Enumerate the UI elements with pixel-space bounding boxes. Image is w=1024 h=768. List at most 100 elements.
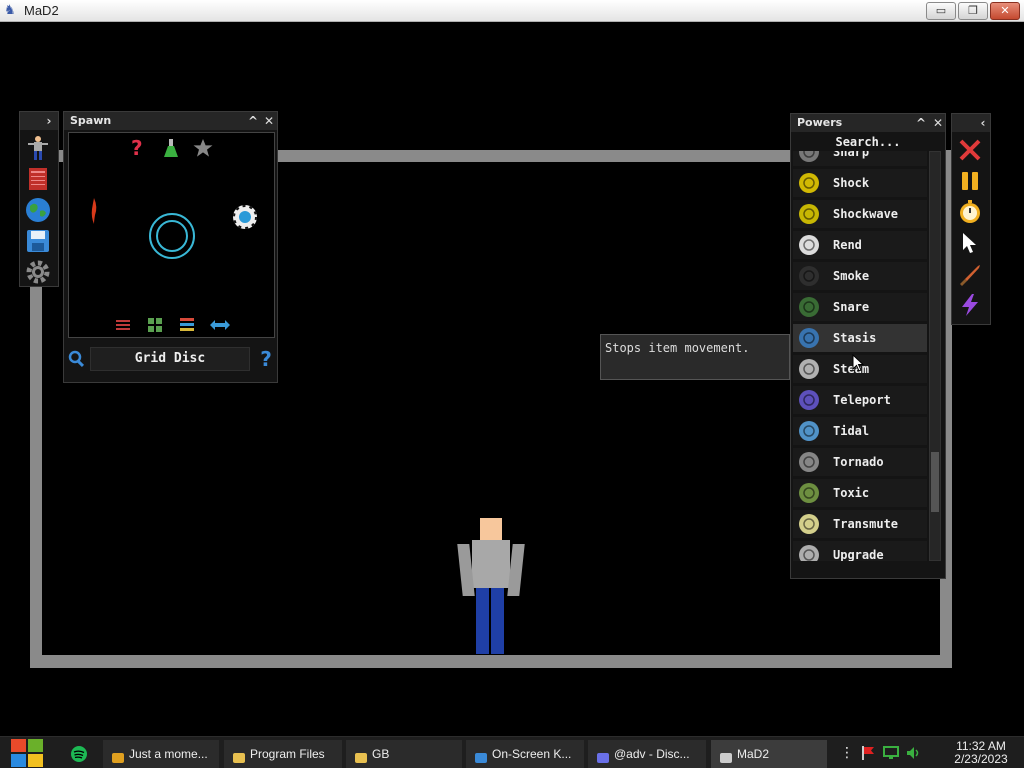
power-item-transmute[interactable]: Transmute — [793, 510, 927, 538]
taskbar-item-label: GB — [372, 747, 390, 761]
character-torso — [472, 540, 510, 588]
list-view-icon[interactable] — [179, 317, 195, 333]
taskbar-item-label: MaD2 — [737, 747, 770, 761]
book-icon[interactable] — [24, 165, 52, 193]
powers-scroll-thumb[interactable] — [931, 452, 939, 512]
powers-search-input[interactable]: Search... — [793, 133, 943, 151]
power-item-tidal[interactable]: Tidal — [793, 417, 927, 445]
screen: ♞ MaD2 ▭ ❐ ✕ › Spawn ^ ✕ ? Grid Disc ? P… — [0, 0, 1024, 768]
expand-toolbar-button[interactable]: › — [42, 113, 56, 129]
power-item-shockwave[interactable]: Shockwave — [793, 200, 927, 228]
taskbar: Just a mome... Program Files GB On-Screen K… — [0, 736, 1024, 768]
grid-disc-item[interactable] — [147, 211, 197, 261]
power-item-teleport[interactable]: Teleport — [793, 386, 927, 414]
spawn-panel: Spawn ^ ✕ ? Grid Disc ? — [63, 111, 278, 383]
swap-filter-icon[interactable] — [115, 317, 131, 333]
shock-icon — [797, 171, 821, 195]
network-tray-icon[interactable] — [883, 745, 899, 761]
favorite-star-icon[interactable] — [193, 138, 213, 158]
flame-item-icon[interactable] — [89, 197, 99, 225]
power-item-snare[interactable]: Snare — [793, 293, 927, 321]
spawn-human-icon[interactable] — [24, 134, 52, 162]
teleport-icon — [797, 388, 821, 412]
maximize-button[interactable]: ❐ — [958, 2, 988, 20]
power-label: Snare — [833, 300, 870, 314]
minimize-button[interactable]: ▭ — [926, 2, 956, 20]
spawn-close-button[interactable]: ✕ — [262, 113, 276, 129]
search-icon[interactable] — [68, 350, 86, 368]
power-label: Stasis — [833, 331, 877, 345]
power-label: Sharp — [833, 151, 870, 159]
power-tooltip: Stops item movement. — [600, 334, 790, 380]
right-toolbar-back-button[interactable]: ‹ — [976, 115, 990, 131]
taskbar-item-4[interactable]: @adv - Disc... — [588, 740, 706, 768]
orb-item-icon[interactable] — [231, 203, 259, 231]
taskbar-item-1[interactable]: Program Files — [224, 740, 342, 768]
taskbar-item-2[interactable]: GB — [346, 740, 462, 768]
rend-icon — [797, 233, 821, 257]
taskbar-item-3[interactable]: On-Screen K... — [466, 740, 584, 768]
help-question-icon[interactable]: ? — [256, 347, 276, 371]
toxic-icon — [797, 481, 821, 505]
taskbar-item-label: Program Files — [250, 747, 325, 761]
taskbar-clock[interactable]: 11:32 AM 2/23/2023 — [946, 740, 1016, 766]
discord-icon — [596, 747, 610, 763]
powers-close-button[interactable]: ✕ — [931, 115, 945, 131]
knife-tool-icon[interactable] — [956, 260, 984, 288]
lightning-power-icon[interactable] — [956, 291, 984, 319]
taskbar-item-5[interactable]: MaD2 — [711, 740, 827, 768]
right-toolbar-header: ‹ — [952, 114, 990, 132]
snare-icon — [797, 295, 821, 319]
spawn-footer: Grid Disc ? — [64, 344, 279, 374]
pause-icon[interactable] — [956, 167, 984, 195]
spawn-panel-header[interactable]: Spawn ^ ✕ — [64, 112, 277, 130]
powers-panel-title: Powers — [797, 116, 843, 129]
power-item-toxic[interactable]: Toxic — [793, 479, 927, 507]
taskbar-item-0[interactable]: Just a mome... — [103, 740, 219, 768]
close-window-button[interactable]: ✕ — [990, 2, 1020, 20]
power-item-tornado[interactable]: Tornado — [793, 448, 927, 476]
mad2-app-icon: ♞ — [4, 3, 16, 18]
spawn-collapse-button[interactable]: ^ — [246, 113, 260, 129]
resize-arrows-icon[interactable] — [209, 319, 231, 331]
power-label: Smoke — [833, 269, 870, 283]
flag-tray-icon[interactable] — [860, 745, 876, 761]
volume-tray-icon[interactable] — [906, 745, 922, 761]
character-left-leg — [476, 588, 489, 654]
pointer-tool-icon[interactable] — [956, 229, 984, 257]
flask-icon[interactable] — [163, 138, 179, 158]
spawn-preview[interactable]: ? — [68, 132, 275, 338]
power-item-sharp[interactable]: Sharp — [793, 151, 927, 166]
power-label: Upgrade — [833, 548, 884, 561]
overflow-dots-icon[interactable]: ⋮ — [840, 745, 854, 763]
power-item-upgrade[interactable]: Upgrade — [793, 541, 927, 561]
character-head — [480, 518, 502, 540]
sharp-icon — [797, 151, 821, 164]
save-disk-icon[interactable] — [24, 227, 52, 255]
settings-gear-icon[interactable] — [24, 258, 52, 286]
random-question-icon[interactable]: ? — [131, 137, 147, 159]
powers-panel-header[interactable]: Powers ^ ✕ — [791, 114, 945, 132]
taskbar-item-label: Just a mome... — [129, 747, 208, 761]
character-right-leg — [491, 588, 504, 654]
spotify-icon[interactable] — [70, 745, 88, 763]
powers-panel: Powers ^ ✕ Search... Sharp Shock Shockwave… — [790, 113, 946, 579]
start-button-windows-icon[interactable] — [10, 737, 44, 768]
powers-scrollbar[interactable] — [929, 151, 941, 561]
power-item-smoke[interactable]: Smoke — [793, 262, 927, 290]
power-label: Shock — [833, 176, 870, 190]
ragdoll-character[interactable] — [457, 518, 525, 654]
power-item-stasis[interactable]: Stasis — [793, 324, 927, 352]
grid-view-icon[interactable] — [147, 317, 163, 333]
folder-icon — [232, 747, 246, 763]
powers-collapse-button[interactable]: ^ — [914, 115, 928, 131]
tornado-icon — [797, 450, 821, 474]
mad2-icon — [719, 747, 733, 763]
window-titlebar: ♞ MaD2 ▭ ❐ ✕ — [0, 0, 1024, 22]
spawn-item-name: Grid Disc — [90, 347, 250, 371]
power-item-shock[interactable]: Shock — [793, 169, 927, 197]
power-item-rend[interactable]: Rend — [793, 231, 927, 259]
clear-x-icon[interactable] — [956, 136, 984, 164]
stopwatch-icon[interactable] — [956, 198, 984, 226]
world-globe-icon[interactable] — [24, 196, 52, 224]
